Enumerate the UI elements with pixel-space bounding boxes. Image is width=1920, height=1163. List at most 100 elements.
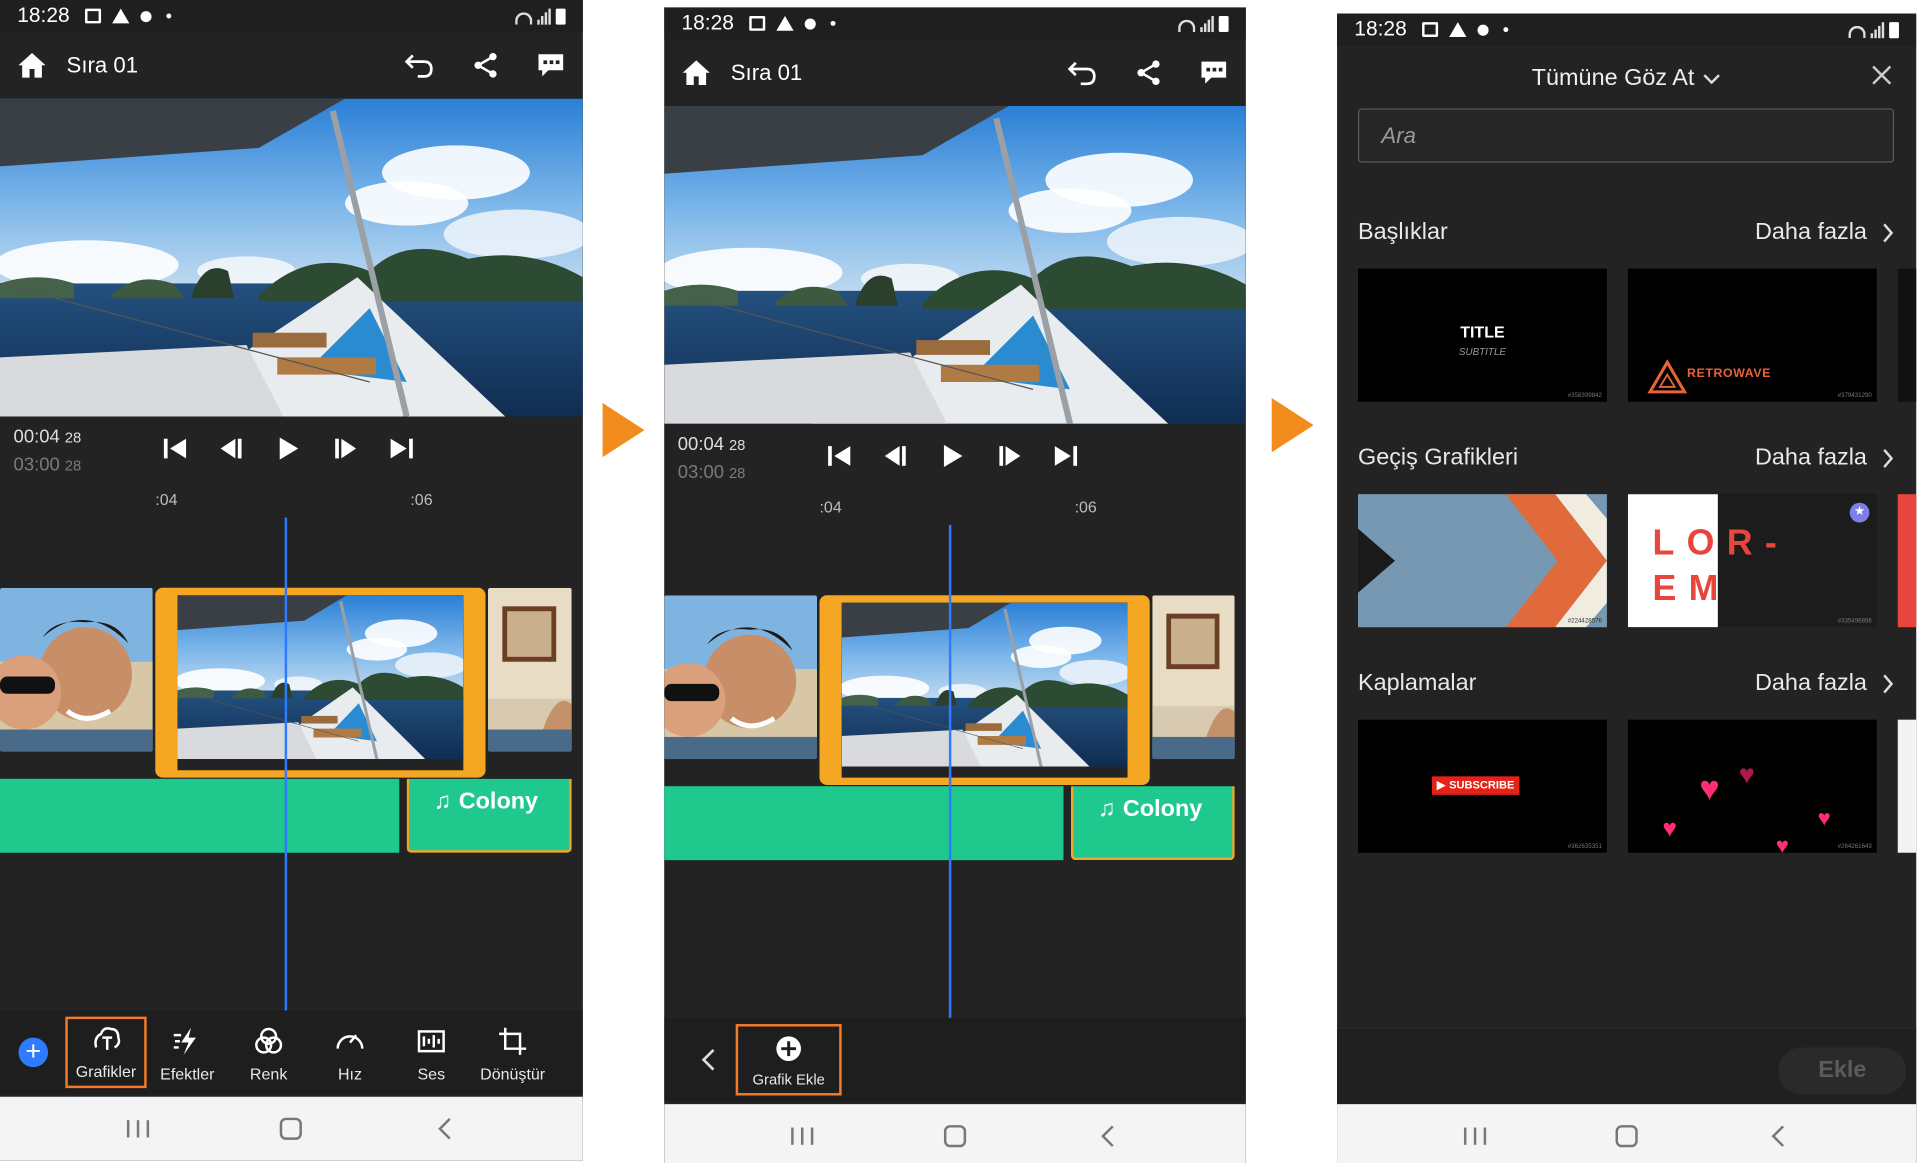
share-icon[interactable]	[472, 52, 499, 79]
current-timecode: 00:04 28	[13, 426, 82, 448]
playhead[interactable]	[948, 524, 952, 1018]
battery-icon	[1889, 21, 1899, 38]
tool-label: Efektler	[160, 1064, 215, 1084]
bulb-icon	[804, 17, 816, 29]
browse-title: Tümüne Göz At	[1531, 65, 1695, 92]
wifi-icon	[1178, 19, 1196, 32]
image-notification-icon	[84, 8, 101, 24]
status-time: 18:28	[17, 3, 70, 28]
editor-screen-graphics: 18:28 Sıra 01 00:04 28 03:00 28:04:06 …	[664, 7, 1246, 1163]
play-icon[interactable]	[938, 441, 968, 471]
subscribe-badge: ▶ SUBSCRIBE	[1431, 776, 1520, 795]
play-icon[interactable]	[274, 434, 304, 464]
tool-graphics[interactable]: Grafikler	[65, 1016, 147, 1089]
video-clip[interactable]	[1152, 595, 1235, 760]
video-clip[interactable]	[664, 595, 818, 760]
step-back-icon[interactable]	[881, 441, 911, 471]
video-preview[interactable]	[0, 99, 583, 417]
feedback-icon[interactable]	[536, 52, 566, 79]
home-icon[interactable]	[681, 59, 711, 86]
status-bar: 18:28	[1337, 13, 1917, 46]
template-thumbnail[interactable]: ▶ SUBSCRIBE #362635351	[1357, 719, 1607, 853]
dot-icon	[165, 13, 171, 19]
home-nav-icon[interactable]	[937, 1121, 974, 1151]
section-titles: Başlıklar Daha fazla TITLE SUBTITLE #358…	[1337, 214, 1917, 436]
step-back-icon[interactable]	[217, 434, 247, 464]
feedback-icon[interactable]	[1199, 59, 1229, 86]
tool-speed[interactable]: Hız	[309, 1017, 390, 1088]
android-nav-bar	[1337, 1104, 1917, 1163]
recent-apps-icon[interactable]	[784, 1121, 821, 1151]
audio-clip-colony[interactable]: ♫ Colony	[1070, 786, 1235, 861]
dot-icon	[830, 20, 835, 26]
step-forward-icon[interactable]	[330, 434, 360, 464]
signal-icon	[1870, 21, 1885, 38]
tool-color[interactable]: Renk	[228, 1017, 309, 1088]
recent-apps-icon[interactable]	[120, 1114, 157, 1144]
thumbnail-subtext: SUBTITLE	[1458, 346, 1507, 358]
timeline[interactable]: ♫ Colony	[0, 517, 583, 1011]
audio-track-label: Colony	[1122, 796, 1203, 822]
status-bar: 18:28	[664, 7, 1246, 40]
tool-transform[interactable]: Dönüştür	[472, 1017, 553, 1088]
template-thumbnail-peek[interactable]	[1897, 268, 1917, 402]
home-nav-icon[interactable]	[1608, 1121, 1645, 1151]
video-preview[interactable]	[664, 106, 1246, 424]
add-button[interactable]: Ekle	[1778, 1047, 1907, 1095]
audio-icon	[417, 1030, 445, 1053]
undo-icon[interactable]	[403, 52, 435, 79]
add-graphic-button[interactable]: Grafik Ekle	[735, 1024, 842, 1096]
share-icon[interactable]	[1135, 59, 1162, 86]
chevron-right-icon	[1883, 674, 1894, 694]
tool-effects[interactable]: Efektler	[147, 1017, 228, 1088]
speed-icon	[336, 1034, 364, 1049]
back-nav-icon[interactable]	[1089, 1121, 1126, 1151]
wifi-icon	[1848, 25, 1866, 38]
color-icon	[255, 1027, 283, 1054]
close-icon[interactable]	[1869, 63, 1894, 88]
back-nav-icon[interactable]	[426, 1114, 463, 1144]
playhead[interactable]	[284, 517, 288, 1011]
effects-icon	[173, 1027, 196, 1055]
graphics-icon	[94, 1027, 121, 1050]
home-nav-icon[interactable]	[273, 1114, 310, 1144]
add-media-button[interactable]: +	[18, 1037, 49, 1068]
template-thumbnail-peek[interactable]	[1897, 494, 1917, 628]
graphics-tool-bar: Grafik Ekle	[664, 1017, 1246, 1102]
back-nav-icon[interactable]	[1760, 1121, 1797, 1151]
skip-to-start-icon[interactable]	[160, 434, 190, 464]
skip-to-end-icon[interactable]	[1051, 441, 1081, 471]
undo-icon[interactable]	[1066, 59, 1098, 86]
play-triangle-icon: ▶	[1436, 778, 1446, 792]
audio-clip-colony[interactable]: ♫ Colony	[406, 778, 572, 853]
template-thumbnail-peek[interactable]	[1897, 719, 1917, 853]
home-icon[interactable]	[17, 52, 47, 79]
back-chevron-icon[interactable]	[686, 1041, 735, 1078]
more-link[interactable]: Daha fazla	[1755, 219, 1894, 246]
selected-video-clip[interactable]	[819, 595, 1150, 785]
video-clip[interactable]	[487, 588, 572, 752]
audio-clip[interactable]	[664, 786, 1064, 861]
more-link[interactable]: Daha fazla	[1755, 670, 1894, 697]
search-input[interactable]: Ara	[1357, 108, 1895, 163]
more-link[interactable]: Daha fazla	[1755, 445, 1894, 472]
thumbnail-id: #224428576	[1567, 617, 1602, 625]
video-clip[interactable]	[0, 588, 153, 752]
skip-to-start-icon[interactable]	[824, 441, 854, 471]
template-thumbnail[interactable]: LOR-EM ★ #335496896	[1627, 494, 1877, 628]
timeline[interactable]: ♫ Colony	[664, 524, 1246, 1018]
selected-video-clip[interactable]	[155, 587, 486, 778]
template-thumbnail[interactable]: #224428576	[1357, 494, 1607, 628]
recent-apps-icon[interactable]	[1456, 1121, 1493, 1151]
step-forward-icon[interactable]	[994, 441, 1024, 471]
audio-clip[interactable]	[0, 778, 400, 853]
thumbnail-id: #362635351	[1567, 842, 1602, 851]
template-thumbnail[interactable]: RETROWAVE #379431290	[1627, 268, 1877, 402]
skip-to-end-icon[interactable]	[387, 434, 417, 464]
browse-dropdown[interactable]: Tümüne Göz At	[1337, 46, 1916, 113]
image-notification-icon	[748, 16, 765, 31]
template-thumbnail[interactable]: TITLE SUBTITLE #358399842	[1357, 268, 1607, 402]
wifi-icon	[515, 11, 533, 25]
template-thumbnail[interactable]: ♥ ♥ ♥ ♥ ♥ #264261643	[1627, 719, 1877, 853]
tool-audio[interactable]: Ses	[391, 1017, 472, 1088]
